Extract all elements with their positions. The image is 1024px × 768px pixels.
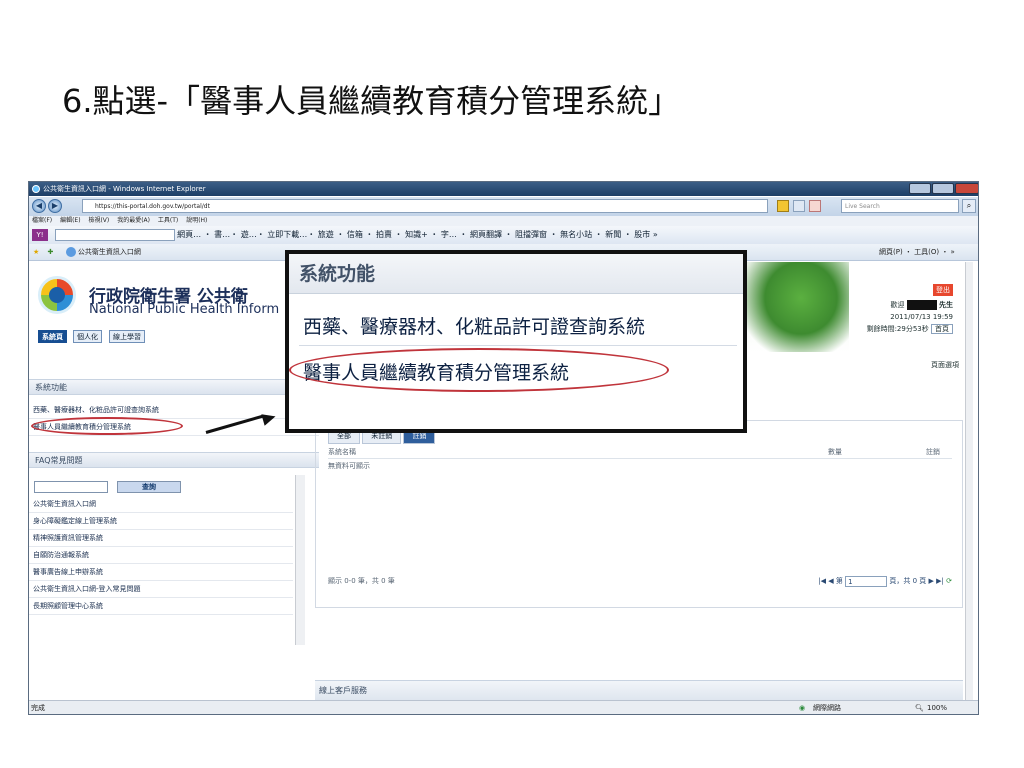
address-bar: ◀ ▶ https://this-portal.doh.gov.tw/porta… [29,197,978,216]
faq-scrollbar[interactable] [295,475,305,645]
faq-item[interactable]: 自願防治通報系統 [29,547,293,564]
table-header: 系統名稱 數量 註銷 [328,445,952,459]
main-panel: 全部 未註銷 註銷 系統名稱 數量 註銷 無資料可顯示 顯示 0-0 筆，共 0… [315,420,963,608]
lock-icon [777,200,789,212]
slide-title: 6.點選-「醫事人員繼續教育積分管理系統」 [62,82,681,120]
url-field[interactable]: https://this-portal.doh.gov.tw/portal/dt [82,199,768,213]
faq-item[interactable]: 公共衛生資訊入口網 [29,496,293,513]
tab-portal[interactable]: 公共衛生資訊入口網 [78,248,141,256]
menu-file[interactable]: 檔案(F) [32,217,52,224]
tab-system[interactable]: 系統頁 [38,330,67,343]
faq-item[interactable]: 身心障礙鑑定線上管理系統 [29,513,293,530]
menu-tools[interactable]: 工具(T) [158,217,178,224]
search-placeholder: Live Search [845,203,880,210]
first-page-icon[interactable]: |◀ [818,577,826,585]
highlight-oval-small [31,417,183,435]
maximize-button[interactable] [932,183,954,194]
col-quantity: 數量 [828,448,842,456]
window-title: 公共衛生資訊入口網 - Windows Internet Explorer [43,185,206,193]
faq-item[interactable]: 醫事廣告線上申辦系統 [29,564,293,581]
page-scrollbar[interactable] [965,262,973,702]
page-number-input[interactable]: 1 [845,575,888,587]
minimize-button[interactable] [909,183,931,194]
tab-personalize[interactable]: 個人化 [73,330,102,343]
record-count: 顯示 0-0 筆，共 0 筆 [328,577,395,585]
reload-icon[interactable]: ⟳ [946,577,952,585]
forward-button[interactable]: ▶ [48,199,62,213]
user-suffix: 先生 [939,301,953,309]
sys-panel-title: 系統功能 [29,379,319,395]
empty-message: 無資料可顯示 [328,462,370,470]
refresh-icon[interactable] [793,200,805,212]
window-titlebar: 公共衛生資訊入口網 - Windows Internet Explorer [29,182,978,196]
faq-item[interactable]: 公共衛生資訊入口網-登入常見問題 [29,581,293,598]
user-name-redacted [906,300,937,310]
ie-logo-icon [32,185,40,193]
add-favorite-icon[interactable]: ✚ [48,248,54,256]
faq-list: 公共衛生資訊入口網 身心障礙鑑定線上管理系統 精神照護資訊管理系統 自願防治通報… [29,496,293,615]
logout-button[interactable]: 登出 [933,284,953,296]
highlight-oval-large [289,348,669,392]
globe-icon: ◉ [799,704,806,712]
col-cancel: 註銷 [926,448,940,456]
favorites-star-icon[interactable]: ★ [33,248,39,256]
zoom-callout: 系統功能 西藥、醫療器材、化粧品許可證查詢系統 醫事人員繼續教育積分管理系統 [285,250,747,433]
status-bar: 完成 ◉ 網際網路 🔍︎ 100% [29,700,978,714]
home-link[interactable]: 首頁 [931,324,953,334]
faq-search-button[interactable]: 查詢 [117,481,181,493]
zoom-icon[interactable]: 🔍︎ [915,701,924,714]
faq-item[interactable]: 精神照護資訊管理系統 [29,530,293,547]
menu-help[interactable]: 說明(H) [186,217,207,224]
welcome-label: 歡迎 [890,301,905,309]
site-logo [38,276,76,314]
callout-title: 系統功能 [289,254,743,294]
url-text: https://this-portal.doh.gov.tw/portal/dt [95,203,210,210]
faq-panel-title: FAQ常見問題 [29,452,319,468]
site-name-en: National Public Health Inform [89,302,280,317]
back-button[interactable]: ◀ [32,199,46,213]
status-zone: 網際網路 [813,704,841,712]
remaining-time: 剩餘時間:29分53秒 [866,325,929,333]
login-datetime: 2011/07/13 19:59 [890,313,953,321]
status-text: 完成 [31,704,45,712]
tab-elearning[interactable]: 線上學習 [109,330,145,343]
menu-favorites[interactable]: 我的最愛(A) [117,217,150,224]
next-page-icon[interactable]: ▶ [929,577,934,585]
faq-item[interactable]: 長期照顧管理中心系統 [29,598,293,615]
tab-tools[interactable]: 網頁(P) ・ 工具(O) ・ » [879,244,955,261]
service-panel-title: 線上客戶服務 [315,680,963,700]
header-tree-image [729,262,849,352]
yahoo-icon[interactable]: Y! [32,228,48,241]
stop-icon[interactable] [809,200,821,212]
toolbar-links[interactable]: 網頁… ・ 書…・ 遊…・ 立即下載…・ 旅遊 ・ 信箱 ・ 拍賣 ・ 知識+ … [177,230,658,239]
status-zoom[interactable]: 100% [927,701,947,714]
page-prefix: 第 [835,577,843,585]
pager: |◀ ◀ 第 1 頁，共 0 頁 ▶ ▶| ⟳ [818,573,952,589]
close-button[interactable] [955,183,978,194]
page-options[interactable]: 頁面選項 [931,360,959,370]
col-system-name: 系統名稱 [328,448,356,456]
menu-view[interactable]: 檢視(V) [88,217,109,224]
menu-bar: 檔案(F) 編輯(E) 檢視(V) 我的最愛(A) 工具(T) 說明(H) [29,216,978,226]
table-footer: 顯示 0-0 筆，共 0 筆 |◀ ◀ 第 1 頁，共 0 頁 ▶ ▶| ⟳ [328,573,952,589]
prev-page-icon[interactable]: ◀ [828,577,833,585]
last-page-icon[interactable]: ▶| [936,577,944,585]
faq-search-input[interactable] [34,481,108,493]
callout-divider [299,345,737,346]
page-suffix: 頁，共 0 頁 [889,577,927,585]
links-toolbar: Y! 網頁… ・ 書…・ 遊…・ 立即下載…・ 旅遊 ・ 信箱 ・ 拍賣 ・ 知… [29,226,978,244]
search-icon[interactable]: ⌕ [962,199,976,213]
page-icon [65,247,76,257]
search-input[interactable]: Live Search [841,199,959,213]
menu-edit[interactable]: 編輯(E) [60,217,80,224]
user-box: 登出 歡迎 先生 2011/07/13 19:59 剩餘時間:29分53秒 首頁 [867,284,953,334]
toolbar-search-input[interactable] [54,228,175,241]
callout-item-drug-license[interactable]: 西藥、醫療器材、化粧品許可證查詢系統 [303,312,645,339]
